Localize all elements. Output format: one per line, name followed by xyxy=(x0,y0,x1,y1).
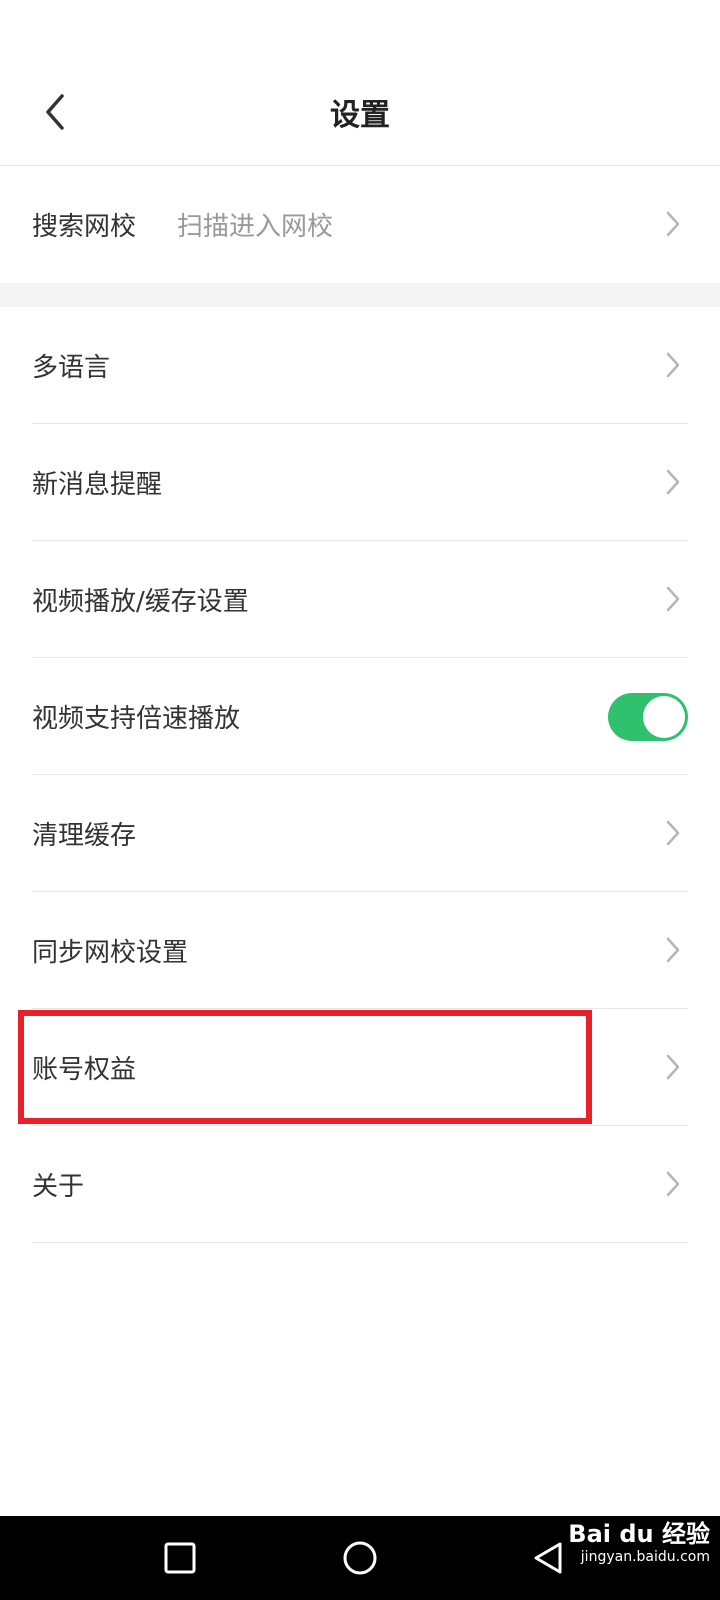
divider xyxy=(32,1242,688,1243)
search-school-label: 搜索网校 xyxy=(32,212,137,242)
baidu-jingyan-watermark: Bai du 经验 jingyan.baidu.com xyxy=(568,1520,710,1566)
settings-item-notifications[interactable]: 新消息提醒 xyxy=(32,424,688,541)
scan-school-hint: 扫描进入网校 xyxy=(177,212,334,242)
speed-playback-toggle[interactable] xyxy=(608,693,688,741)
chevron-right-icon xyxy=(666,586,680,612)
settings-item-about[interactable]: 关于 xyxy=(32,1126,688,1243)
settings-item-clear-cache[interactable]: 清理缓存 xyxy=(32,775,688,892)
back-triangle-icon[interactable] xyxy=(526,1534,574,1582)
settings-item-language[interactable]: 多语言 xyxy=(32,307,688,424)
chevron-right-icon xyxy=(666,820,680,846)
settings-item-label: 新消息提醒 xyxy=(32,470,163,500)
chevron-right-icon xyxy=(666,1054,680,1080)
chevron-right-icon xyxy=(666,352,680,378)
chevron-right-icon xyxy=(666,469,680,495)
watermark-brand: Bai du 经验 xyxy=(568,1520,710,1548)
chevron-right-icon xyxy=(666,937,680,963)
chevron-right-icon xyxy=(666,211,680,237)
search-school-row[interactable]: 搜索网校 扫描进入网校 xyxy=(32,166,688,283)
highlight-annotation-box xyxy=(18,1010,592,1124)
top-app-bar: 设置 xyxy=(0,0,720,166)
chevron-right-icon xyxy=(666,1171,680,1197)
settings-item-label: 视频播放/缓存设置 xyxy=(32,587,249,617)
recent-apps-icon[interactable] xyxy=(156,1534,204,1582)
page-title: 设置 xyxy=(330,98,390,133)
toggle-knob xyxy=(643,696,685,738)
settings-item-label: 清理缓存 xyxy=(32,821,137,851)
settings-item-sync-school[interactable]: 同步网校设置 xyxy=(32,892,688,1009)
watermark-site: jingyan.baidu.com xyxy=(580,1548,710,1565)
settings-item-label: 关于 xyxy=(32,1172,85,1202)
settings-item-label: 视频支持倍速播放 xyxy=(32,704,241,734)
settings-item-speed-playback: 视频支持倍速播放 xyxy=(32,658,688,775)
home-circle-icon[interactable] xyxy=(336,1534,384,1582)
section-gap xyxy=(0,283,720,307)
settings-item-label: 多语言 xyxy=(32,353,111,383)
settings-item-video-cache[interactable]: 视频播放/缓存设置 xyxy=(32,541,688,658)
settings-item-label: 同步网校设置 xyxy=(32,938,189,968)
